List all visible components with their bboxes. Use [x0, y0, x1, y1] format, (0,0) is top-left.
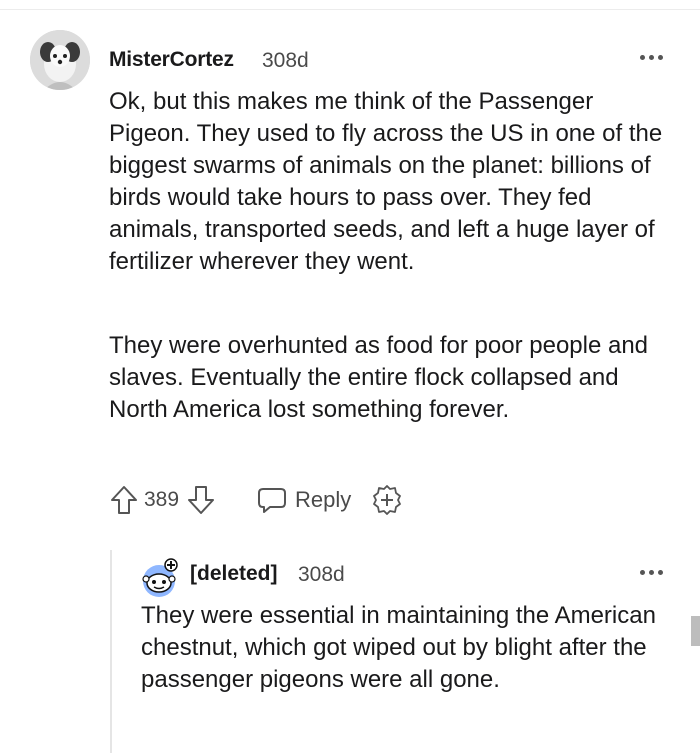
speech-bubble-icon	[258, 488, 287, 513]
dot	[657, 54, 663, 60]
more-options-icon[interactable]	[636, 560, 666, 584]
snoo-avatar-icon[interactable]	[139, 557, 181, 599]
comment-actions: 389 Reply	[108, 480, 403, 520]
comment-paragraph: They were overhunted as food for poor pe…	[109, 332, 649, 423]
comment-age: 308d	[262, 49, 309, 72]
top-divider	[0, 0, 700, 10]
dot	[648, 54, 654, 60]
arrow-down-icon[interactable]	[185, 484, 217, 516]
thread-line[interactable]	[110, 550, 112, 753]
comment-paragraph: Ok, but this makes me think of the Passe…	[109, 88, 663, 275]
reply-text: They were essential in maintaining the A…	[141, 602, 656, 693]
arrow-up-icon[interactable]	[108, 484, 140, 516]
award-plus-icon[interactable]	[371, 484, 403, 516]
dot	[648, 569, 654, 575]
dot	[657, 569, 663, 575]
dot	[639, 569, 645, 575]
dot	[639, 54, 645, 60]
scrollbar-thumb[interactable]	[691, 616, 700, 646]
reply-author: [deleted]	[190, 562, 278, 585]
comment-avatar-wrap[interactable]	[30, 28, 90, 92]
more-options-icon[interactable]	[636, 45, 666, 69]
avatar[interactable]	[30, 30, 90, 90]
comment-author[interactable]: MisterCortez	[109, 48, 234, 72]
vote-count: 389	[144, 488, 180, 511]
reply-label: Reply	[295, 487, 352, 512]
reply-age: 308d	[298, 563, 345, 586]
reply-button[interactable]: Reply	[257, 486, 351, 514]
